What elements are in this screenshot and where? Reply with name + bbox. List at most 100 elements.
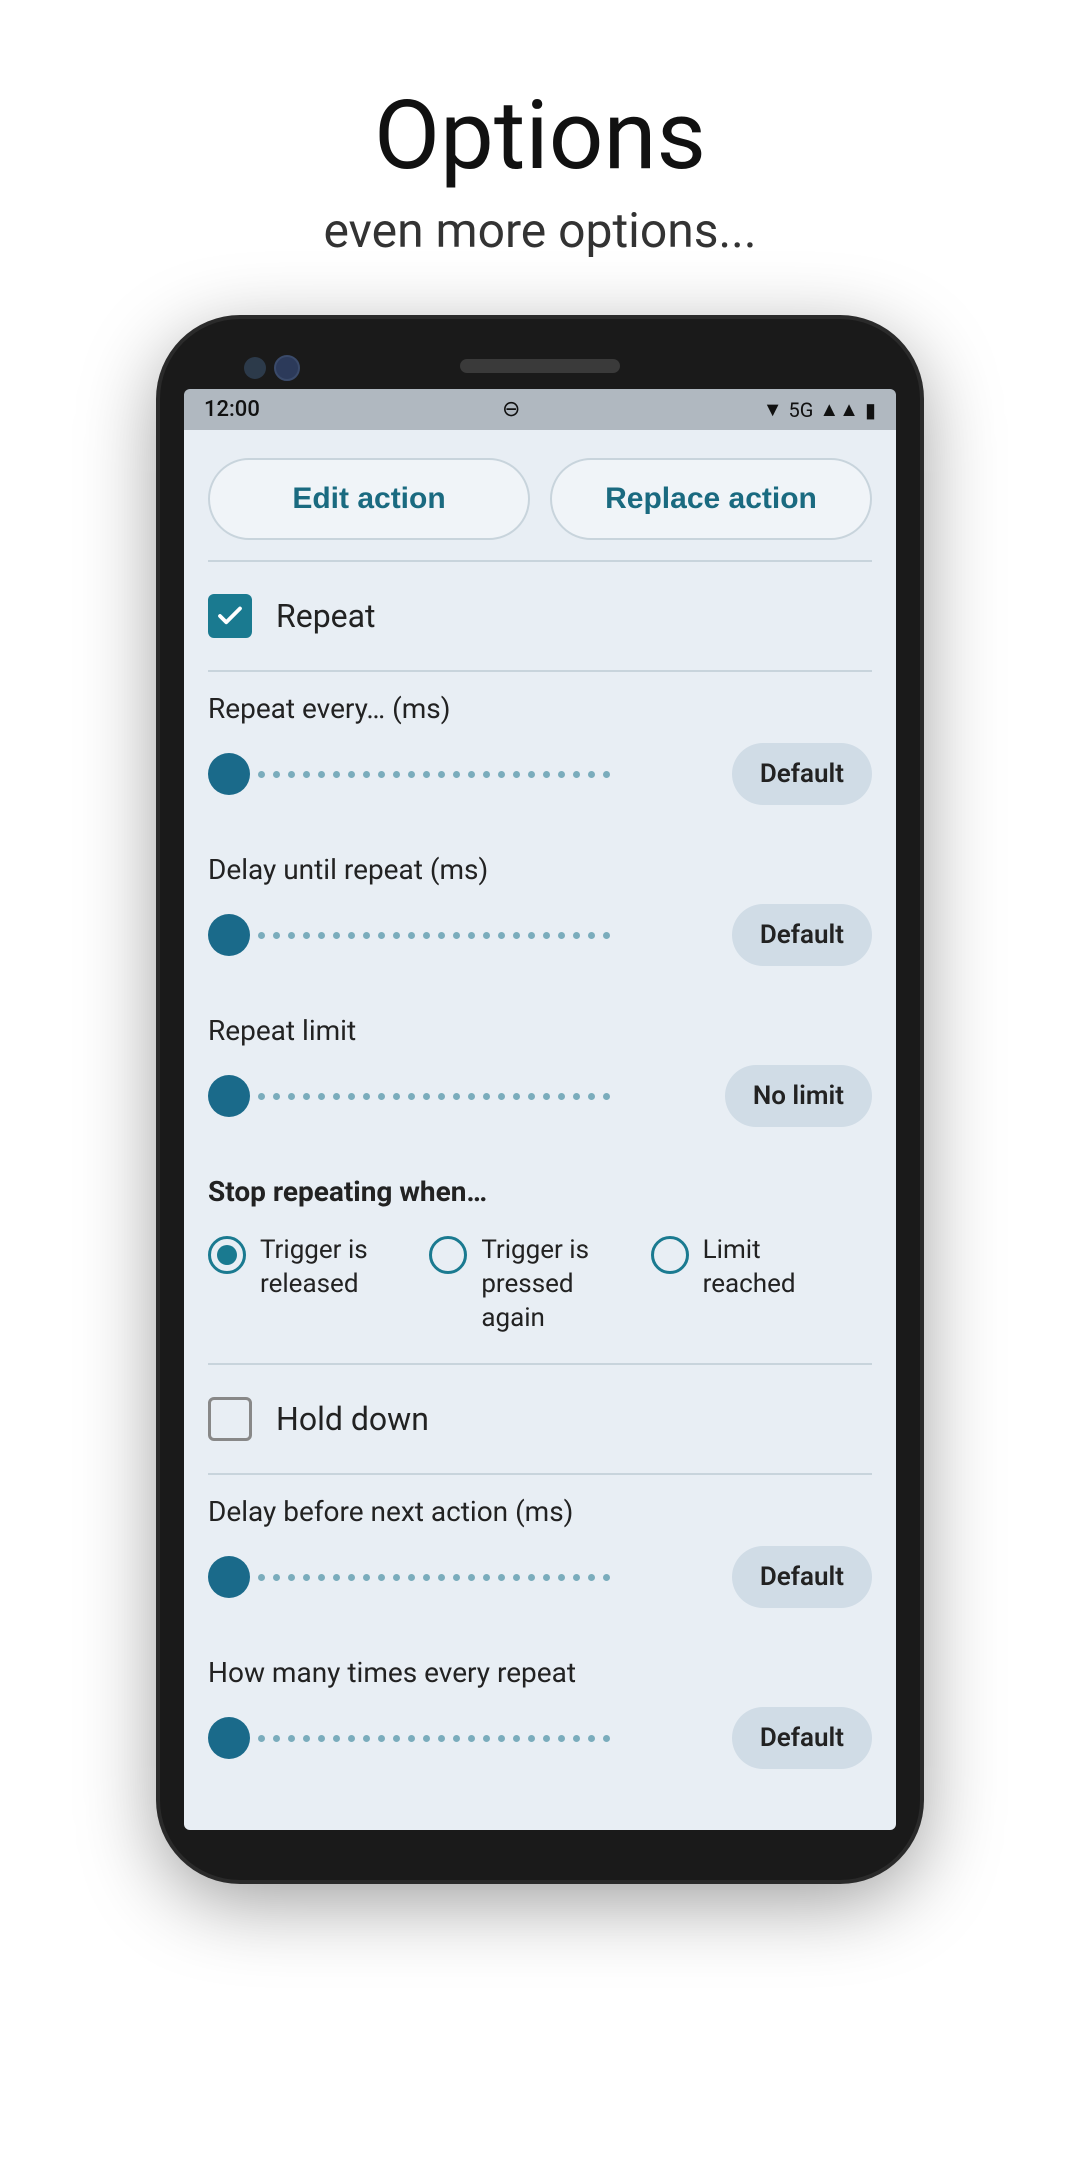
slider-dot [528,771,535,778]
delay-before-next-value[interactable]: Default [732,1546,872,1608]
slider-dot [453,1093,460,1100]
delay-before-next-label: Delay before next action (ms) [208,1495,872,1528]
slider-dot [438,1735,445,1742]
slider-dot [393,1574,400,1581]
slider-dot [408,1093,415,1100]
wifi-icon: ▼ [763,397,783,422]
repeat-checkbox[interactable] [208,594,252,638]
phone-notch [184,349,896,389]
slider-dot [603,771,610,778]
delay-before-next-slider-row: Default [208,1546,872,1608]
slider-dot [333,771,340,778]
slider-dot [588,1093,595,1100]
slider-dot [423,1093,430,1100]
slider-dot [423,932,430,939]
slider-dot [288,1093,295,1100]
slider-dot [378,1574,385,1581]
slider-dot [468,932,475,939]
slider-dot [288,1735,295,1742]
how-many-times-thumb[interactable] [208,1717,250,1759]
radio-trigger-pressed-circle[interactable] [429,1236,467,1274]
slider-dot [513,1574,520,1581]
slider-dot [498,1574,505,1581]
slider-dot [423,1574,430,1581]
radio-limit-reached-circle[interactable] [651,1236,689,1274]
slider-dot [378,1093,385,1100]
slider-dot [303,1093,310,1100]
how-many-times-dots [250,1735,716,1742]
slider-dot [318,1735,325,1742]
slider-dot [288,771,295,778]
delay-until-repeat-label: Delay until repeat (ms) [208,853,872,886]
radio-limit-reached[interactable]: Limitreached [651,1234,872,1302]
repeat-label: Repeat [276,597,376,635]
slider-dot [573,1574,580,1581]
repeat-limit-label: Repeat limit [208,1014,872,1047]
how-many-times-track[interactable] [208,1717,716,1759]
slider-dot [303,1574,310,1581]
slider-dot [408,1735,415,1742]
how-many-times-value[interactable]: Default [732,1707,872,1769]
slider-dot [483,932,490,939]
hold-down-label: Hold down [276,1400,429,1438]
slider-dot [273,1735,280,1742]
phone-screen: Edit action Replace action Repeat Repeat… [184,430,896,1830]
slider-dot [498,1093,505,1100]
repeat-every-label: Repeat every… (ms) [208,692,872,725]
repeat-limit-thumb[interactable] [208,1075,250,1117]
signal-icon: ▲▲ [819,397,859,422]
slider-dot [348,771,355,778]
delay-before-next-track[interactable] [208,1556,716,1598]
slider-dot [348,1735,355,1742]
slider-dot [528,1093,535,1100]
delay-until-repeat-track[interactable] [208,914,716,956]
slider-dot [543,771,550,778]
hold-down-checkbox[interactable] [208,1397,252,1441]
repeat-limit-track[interactable] [208,1075,709,1117]
replace-action-button[interactable]: Replace action [550,458,872,540]
repeat-every-value[interactable]: Default [732,743,872,805]
slider-dot [468,1093,475,1100]
action-buttons-row: Edit action Replace action [184,430,896,560]
slider-dot [483,771,490,778]
slider-dot [333,1735,340,1742]
radio-trigger-released[interactable]: Trigger isreleased [208,1234,429,1302]
slider-dot [273,1093,280,1100]
repeat-checkbox-row[interactable]: Repeat [184,562,896,670]
slider-dot [603,1735,610,1742]
slider-dot [528,1735,535,1742]
slider-dot [573,771,580,778]
delay-until-repeat-thumb[interactable] [208,914,250,956]
slider-dot [318,1574,325,1581]
slider-dot [258,1735,265,1742]
slider-dot [483,1093,490,1100]
delay-before-next-thumb[interactable] [208,1556,250,1598]
slider-dot [318,932,325,939]
radio-trigger-released-circle[interactable] [208,1236,246,1274]
slider-dot [513,1093,520,1100]
edit-action-button[interactable]: Edit action [208,458,530,540]
slider-dot [588,1574,595,1581]
repeat-every-slider-row: Default [208,743,872,805]
slider-dot [348,932,355,939]
status-time: 12:00 [204,397,260,422]
slider-dot [528,1574,535,1581]
camera-left [244,357,266,379]
slider-dot [558,932,565,939]
radio-trigger-pressed[interactable]: Trigger is pressedagain [429,1234,650,1335]
slider-dot [423,1735,430,1742]
slider-dot [438,1574,445,1581]
phone-speaker [460,359,620,373]
slider-dot [498,1735,505,1742]
slider-dot [363,771,370,778]
repeat-every-track[interactable] [208,753,716,795]
slider-dot [273,1574,280,1581]
repeat-every-thumb[interactable] [208,753,250,795]
repeat-limit-value[interactable]: No limit [725,1065,872,1127]
slider-dot [393,932,400,939]
delay-until-repeat-value[interactable]: Default [732,904,872,966]
radio-limit-reached-label: Limitreached [703,1234,796,1302]
hold-down-checkbox-row[interactable]: Hold down [184,1365,896,1473]
slider-dot [558,1093,565,1100]
delay-until-repeat-dots [250,932,716,939]
